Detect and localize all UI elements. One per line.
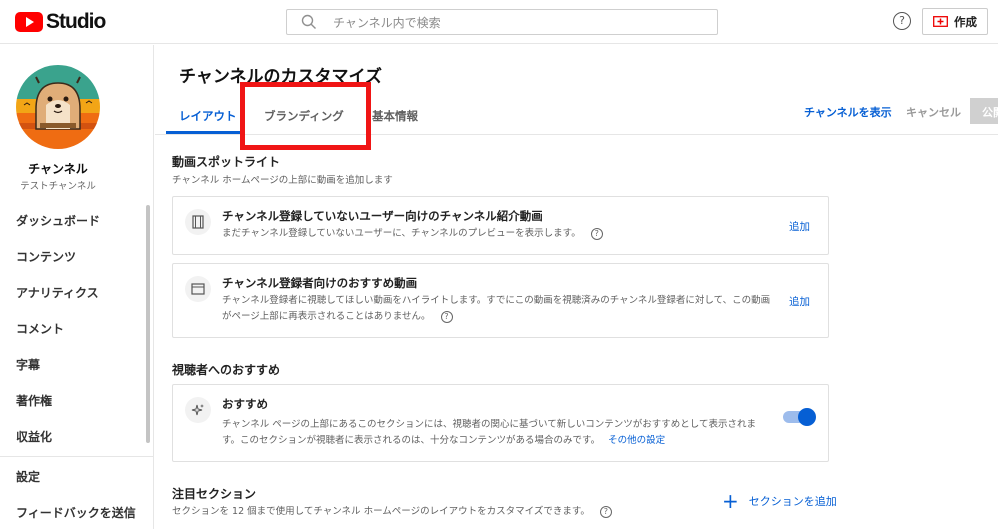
channel-subtitle: テストチャンネル bbox=[20, 181, 96, 192]
help-icon[interactable]: ? bbox=[599, 505, 612, 518]
add-featured-video-link[interactable]: 追加 bbox=[789, 294, 810, 309]
sidebar-item-copyright[interactable]: 著作権 bbox=[16, 392, 52, 409]
sparkle-icon bbox=[185, 397, 211, 423]
recommend-title: 視聴者へのおすすめ bbox=[172, 363, 281, 377]
trailer-card-desc-text: まだチャンネル登録していないユーザーに、チャンネルのプレビューを表示します。 bbox=[222, 228, 581, 239]
search-icon bbox=[301, 14, 316, 29]
view-channel-link[interactable]: チャンネルを表示 bbox=[804, 104, 892, 120]
tab-layout[interactable]: レイアウト bbox=[179, 108, 237, 124]
create-button[interactable]: 作成 bbox=[922, 8, 988, 35]
recommend-desc-line1: チャンネル ページの上部にあるこのセクションには、視聴者の関心に基づいて新しいコ… bbox=[222, 419, 756, 430]
help-icon[interactable]: ? bbox=[440, 310, 453, 323]
channel-name: チャンネル bbox=[28, 162, 88, 176]
sidebar-item-settings[interactable]: 設定 bbox=[16, 468, 40, 485]
channel-avatar[interactable] bbox=[16, 65, 100, 149]
more-settings-link[interactable]: その他の設定 bbox=[608, 435, 665, 446]
recommend-card: おすすめ チャンネル ページの上部にあるこのセクションには、視聴者の関心に基づい… bbox=[172, 384, 829, 462]
featured-sections-desc-text: セクションを 12 個まで使用してチャンネル ホームページのレイアウトをカスタマ… bbox=[172, 506, 590, 517]
sidebar-item-feedback[interactable]: フィードバックを送信 bbox=[16, 504, 136, 521]
add-section-label: セクションを追加 bbox=[748, 495, 837, 508]
sidebar-item-monetization[interactable]: 収益化 bbox=[16, 428, 52, 445]
sidebar-item-content[interactable]: コンテンツ bbox=[16, 248, 76, 265]
featured-video-card-title: チャンネル登録者向けのおすすめ動画 bbox=[222, 276, 418, 290]
featured-sections-desc: セクションを 12 個まで使用してチャンネル ホームページのレイアウトをカスタマ… bbox=[172, 503, 612, 518]
sidebar: チャンネル テストチャンネル ダッシュボード コンテンツ アナリティクス コメン… bbox=[0, 45, 154, 529]
help-icon[interactable]: ? bbox=[590, 227, 603, 240]
plus-icon: + bbox=[722, 489, 739, 513]
tab-basic-info[interactable]: 基本情報 bbox=[372, 108, 418, 124]
sidebar-item-analytics[interactable]: アナリティクス bbox=[16, 284, 99, 301]
trailer-card: チャンネル登録していないユーザー向けのチャンネル紹介動画 まだチャンネル登録して… bbox=[172, 196, 829, 255]
add-trailer-link[interactable]: 追加 bbox=[789, 219, 810, 234]
top-bar: Studio チャンネル内で検索 ? 作成 bbox=[0, 0, 998, 44]
hamster-avatar-icon bbox=[16, 65, 100, 149]
cancel-button[interactable]: キャンセル bbox=[906, 104, 961, 120]
sidebar-item-dashboard[interactable]: ダッシュボード bbox=[16, 212, 100, 229]
sidebar-scrollbar[interactable] bbox=[146, 205, 150, 443]
spotlight-desc: チャンネル ホームページの上部に動画を追加します bbox=[172, 175, 393, 186]
search-placeholder: チャンネル内で検索 bbox=[333, 15, 441, 30]
logo-text: Studio bbox=[46, 10, 106, 33]
film-icon bbox=[185, 209, 211, 235]
recommend-card-title: おすすめ bbox=[222, 397, 268, 411]
highlight-annotation-box bbox=[240, 82, 371, 150]
trailer-card-title: チャンネル登録していないユーザー向けのチャンネル紹介動画 bbox=[222, 209, 543, 223]
sidebar-item-comments[interactable]: コメント bbox=[16, 320, 64, 337]
create-label: 作成 bbox=[954, 14, 977, 29]
spotlight-title: 動画スポットライト bbox=[172, 155, 281, 169]
trailer-card-desc: まだチャンネル登録していないユーザーに、チャンネルのプレビューを表示します。? bbox=[222, 226, 603, 242]
sidebar-item-subtitles[interactable]: 字幕 bbox=[16, 356, 40, 373]
video-plus-icon bbox=[933, 16, 948, 27]
publish-button[interactable]: 公開 bbox=[970, 98, 998, 124]
add-section-button[interactable]: + セクションを追加 bbox=[722, 489, 837, 513]
featured-sections-title: 注目セクション bbox=[172, 487, 257, 501]
studio-logo[interactable]: Studio bbox=[15, 10, 106, 34]
featured-video-card: チャンネル登録者向けのおすすめ動画 チャンネル登録者に視聴してほしい動画をハイラ… bbox=[172, 263, 829, 338]
toggle-knob bbox=[798, 408, 816, 426]
youtube-logo-icon bbox=[15, 12, 43, 32]
search-input[interactable]: チャンネル内で検索 bbox=[286, 9, 718, 35]
recommend-desc-line2: す。このセクションが視聴者に表示されるのは、十分なコンテンツがある場合のみです。 bbox=[222, 435, 601, 446]
sidebar-divider bbox=[0, 456, 154, 457]
video-frame-icon bbox=[185, 276, 211, 302]
help-icon[interactable]: ? bbox=[893, 12, 911, 30]
recommend-card-desc: チャンネル ページの上部にあるこのセクションには、視聴者の関心に基づいて新しいコ… bbox=[222, 417, 756, 449]
featured-video-desc-line1: チャンネル登録者に視聴してほしい動画をハイライトします。すでにこの動画を視聴済み… bbox=[222, 295, 771, 306]
featured-video-card-desc: チャンネル登録者に視聴してほしい動画をハイライトします。すでにこの動画を視聴済み… bbox=[222, 293, 770, 325]
featured-video-desc-line2: がページ上部に再表示されることはありません。 bbox=[222, 311, 431, 322]
recommend-toggle[interactable] bbox=[783, 408, 816, 426]
